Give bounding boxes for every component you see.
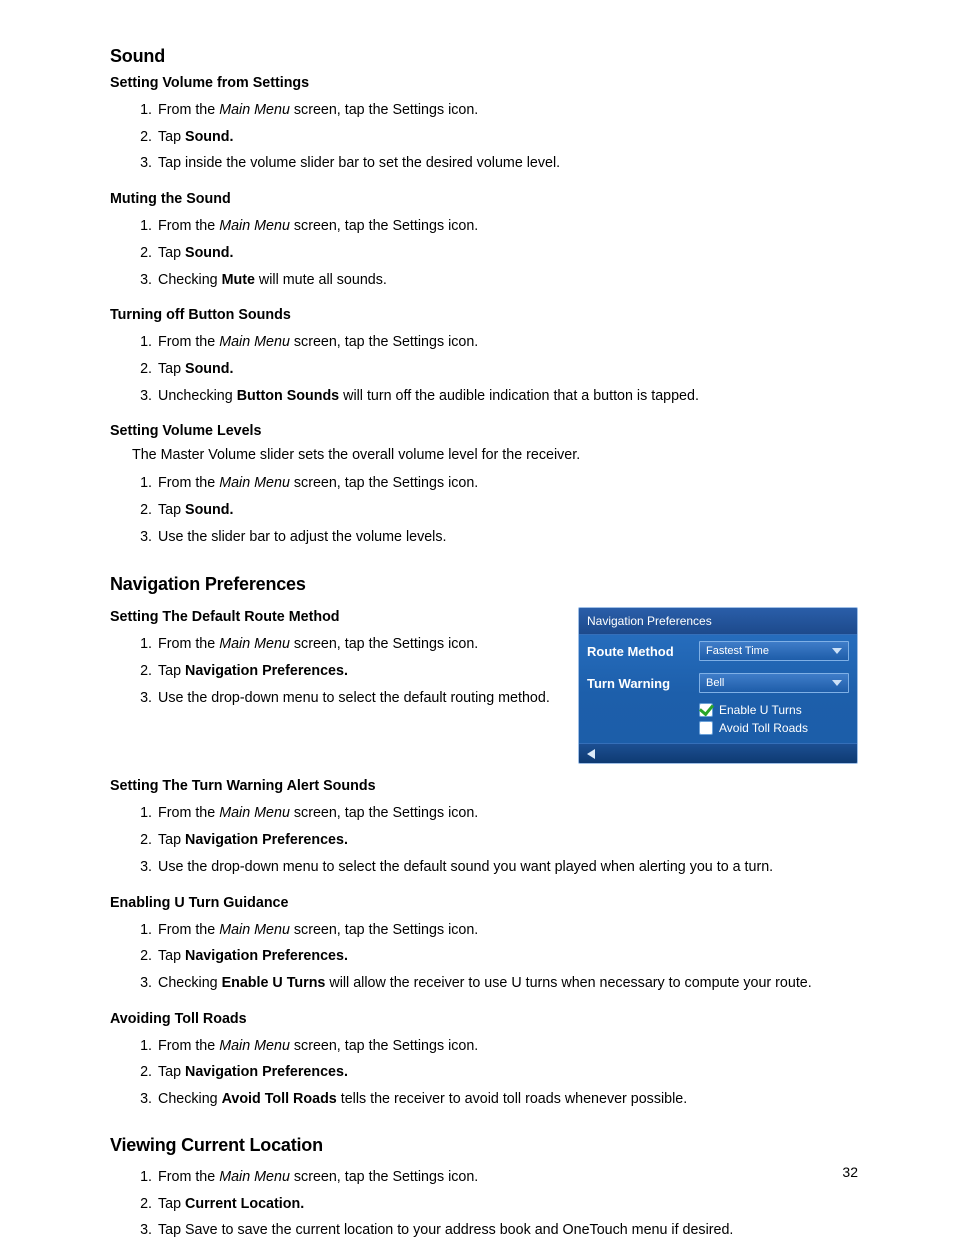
avoid-tolls-checkbox[interactable] (699, 721, 713, 735)
step-list: From the Main Menu screen, tap the Setti… (110, 631, 556, 711)
step-list: From the Main Menu screen, tap the Setti… (110, 917, 858, 997)
route-method-label: Route Method (587, 644, 691, 659)
enable-uturns-label: Enable U Turns (719, 703, 802, 717)
step-item: Tap Save to save the current location to… (156, 1217, 858, 1244)
step-item: From the Main Menu screen, tap the Setti… (156, 917, 858, 944)
nav-preferences-screenshot: Navigation Preferences Route Method Fast… (578, 607, 858, 764)
bold-text: Button Sounds (237, 388, 339, 404)
enable-uturns-checkbox[interactable] (699, 703, 713, 717)
step-item: Use the drop-down menu to select the def… (156, 854, 858, 881)
bold-text: Navigation Preferences. (185, 948, 348, 964)
bold-text: Navigation Preferences. (185, 1064, 348, 1080)
subheading: Setting Volume from Settings (110, 75, 858, 91)
subheading: Avoiding Toll Roads (110, 1011, 858, 1027)
step-item: Tap Navigation Preferences. (156, 943, 858, 970)
bold-text: Navigation Preferences. (185, 663, 348, 679)
bold-text: Enable U Turns (222, 975, 326, 991)
bold-text: Mute (222, 272, 255, 288)
bold-text: Sound. (185, 502, 233, 518)
step-item: Tap Sound. (156, 356, 858, 383)
step-item: From the Main Menu screen, tap the Setti… (156, 1033, 858, 1060)
turn-warning-label: Turn Warning (587, 676, 691, 691)
bold-text: Current Location. (185, 1196, 304, 1212)
bold-text: Avoid Toll Roads (222, 1091, 337, 1107)
step-item: Use the drop-down menu to select the def… (156, 685, 556, 712)
italic-text: Main Menu (219, 922, 290, 938)
step-item: From the Main Menu screen, tap the Setti… (156, 470, 858, 497)
step-list: From the Main Menu screen, tap the Setti… (110, 97, 858, 177)
step-item: Tap Current Location. (156, 1191, 858, 1218)
subheading: Setting Volume Levels (110, 423, 858, 439)
section-heading-sound: Sound (110, 46, 858, 67)
subheading: Enabling U Turn Guidance (110, 895, 858, 911)
italic-text: Main Menu (219, 636, 290, 652)
step-list: From the Main Menu screen, tap the Setti… (110, 213, 858, 293)
subheading: Turning off Button Sounds (110, 307, 858, 323)
step-item: Tap Sound. (156, 497, 858, 524)
step-list: From the Main Menu screen, tap the Setti… (110, 1164, 858, 1244)
italic-text: Main Menu (219, 475, 290, 491)
chevron-down-icon (832, 680, 842, 686)
italic-text: Main Menu (219, 1038, 290, 1054)
bold-text: Sound. (185, 361, 233, 377)
turn-warning-select[interactable]: Bell (699, 673, 849, 693)
step-item: Checking Mute will mute all sounds. (156, 267, 858, 294)
step-item: Tap Navigation Preferences. (156, 827, 858, 854)
italic-text: Main Menu (219, 805, 290, 821)
step-item: Tap Sound. (156, 240, 858, 267)
italic-text: Main Menu (219, 218, 290, 234)
step-item: Checking Avoid Toll Roads tells the rece… (156, 1086, 858, 1113)
nav-widget-title: Navigation Preferences (579, 608, 857, 635)
italic-text: Main Menu (219, 334, 290, 350)
step-list: From the Main Menu screen, tap the Setti… (110, 1033, 858, 1113)
step-item: Tap Sound. (156, 124, 858, 151)
step-list: From the Main Menu screen, tap the Setti… (110, 800, 858, 880)
section-heading-navigation: Navigation Preferences (110, 574, 858, 595)
back-icon[interactable] (587, 749, 595, 759)
page-number: 32 (842, 1164, 858, 1180)
subheading: Setting The Turn Warning Alert Sounds (110, 778, 858, 794)
step-item: Tap Navigation Preferences. (156, 658, 556, 685)
step-item: Unchecking Button Sounds will turn off t… (156, 383, 858, 410)
bold-text: Sound. (185, 245, 233, 261)
bold-text: Navigation Preferences. (185, 832, 348, 848)
section-heading-location: Viewing Current Location (110, 1135, 858, 1156)
step-item: From the Main Menu screen, tap the Setti… (156, 631, 556, 658)
italic-text: Main Menu (219, 102, 290, 118)
route-method-select[interactable]: Fastest Time (699, 641, 849, 661)
bold-text: Sound. (185, 129, 233, 145)
avoid-tolls-label: Avoid Toll Roads (719, 721, 808, 735)
step-item: From the Main Menu screen, tap the Setti… (156, 329, 858, 356)
subheading: Setting The Default Route Method (110, 609, 556, 625)
step-item: From the Main Menu screen, tap the Setti… (156, 213, 858, 240)
step-item: From the Main Menu screen, tap the Setti… (156, 97, 858, 124)
step-list: From the Main Menu screen, tap the Setti… (110, 470, 858, 550)
route-method-value: Fastest Time (706, 645, 769, 657)
step-item: Checking Enable U Turns will allow the r… (156, 970, 858, 997)
step-item: From the Main Menu screen, tap the Setti… (156, 1164, 858, 1191)
step-item: Tap Navigation Preferences. (156, 1059, 858, 1086)
step-item: Tap inside the volume slider bar to set … (156, 150, 858, 177)
lead-paragraph: The Master Volume slider sets the overal… (132, 445, 858, 466)
step-item: Use the slider bar to adjust the volume … (156, 524, 858, 551)
turn-warning-value: Bell (706, 677, 724, 689)
step-list: From the Main Menu screen, tap the Setti… (110, 329, 858, 409)
italic-text: Main Menu (219, 1169, 290, 1185)
subheading: Muting the Sound (110, 191, 858, 207)
step-item: From the Main Menu screen, tap the Setti… (156, 800, 858, 827)
chevron-down-icon (832, 648, 842, 654)
